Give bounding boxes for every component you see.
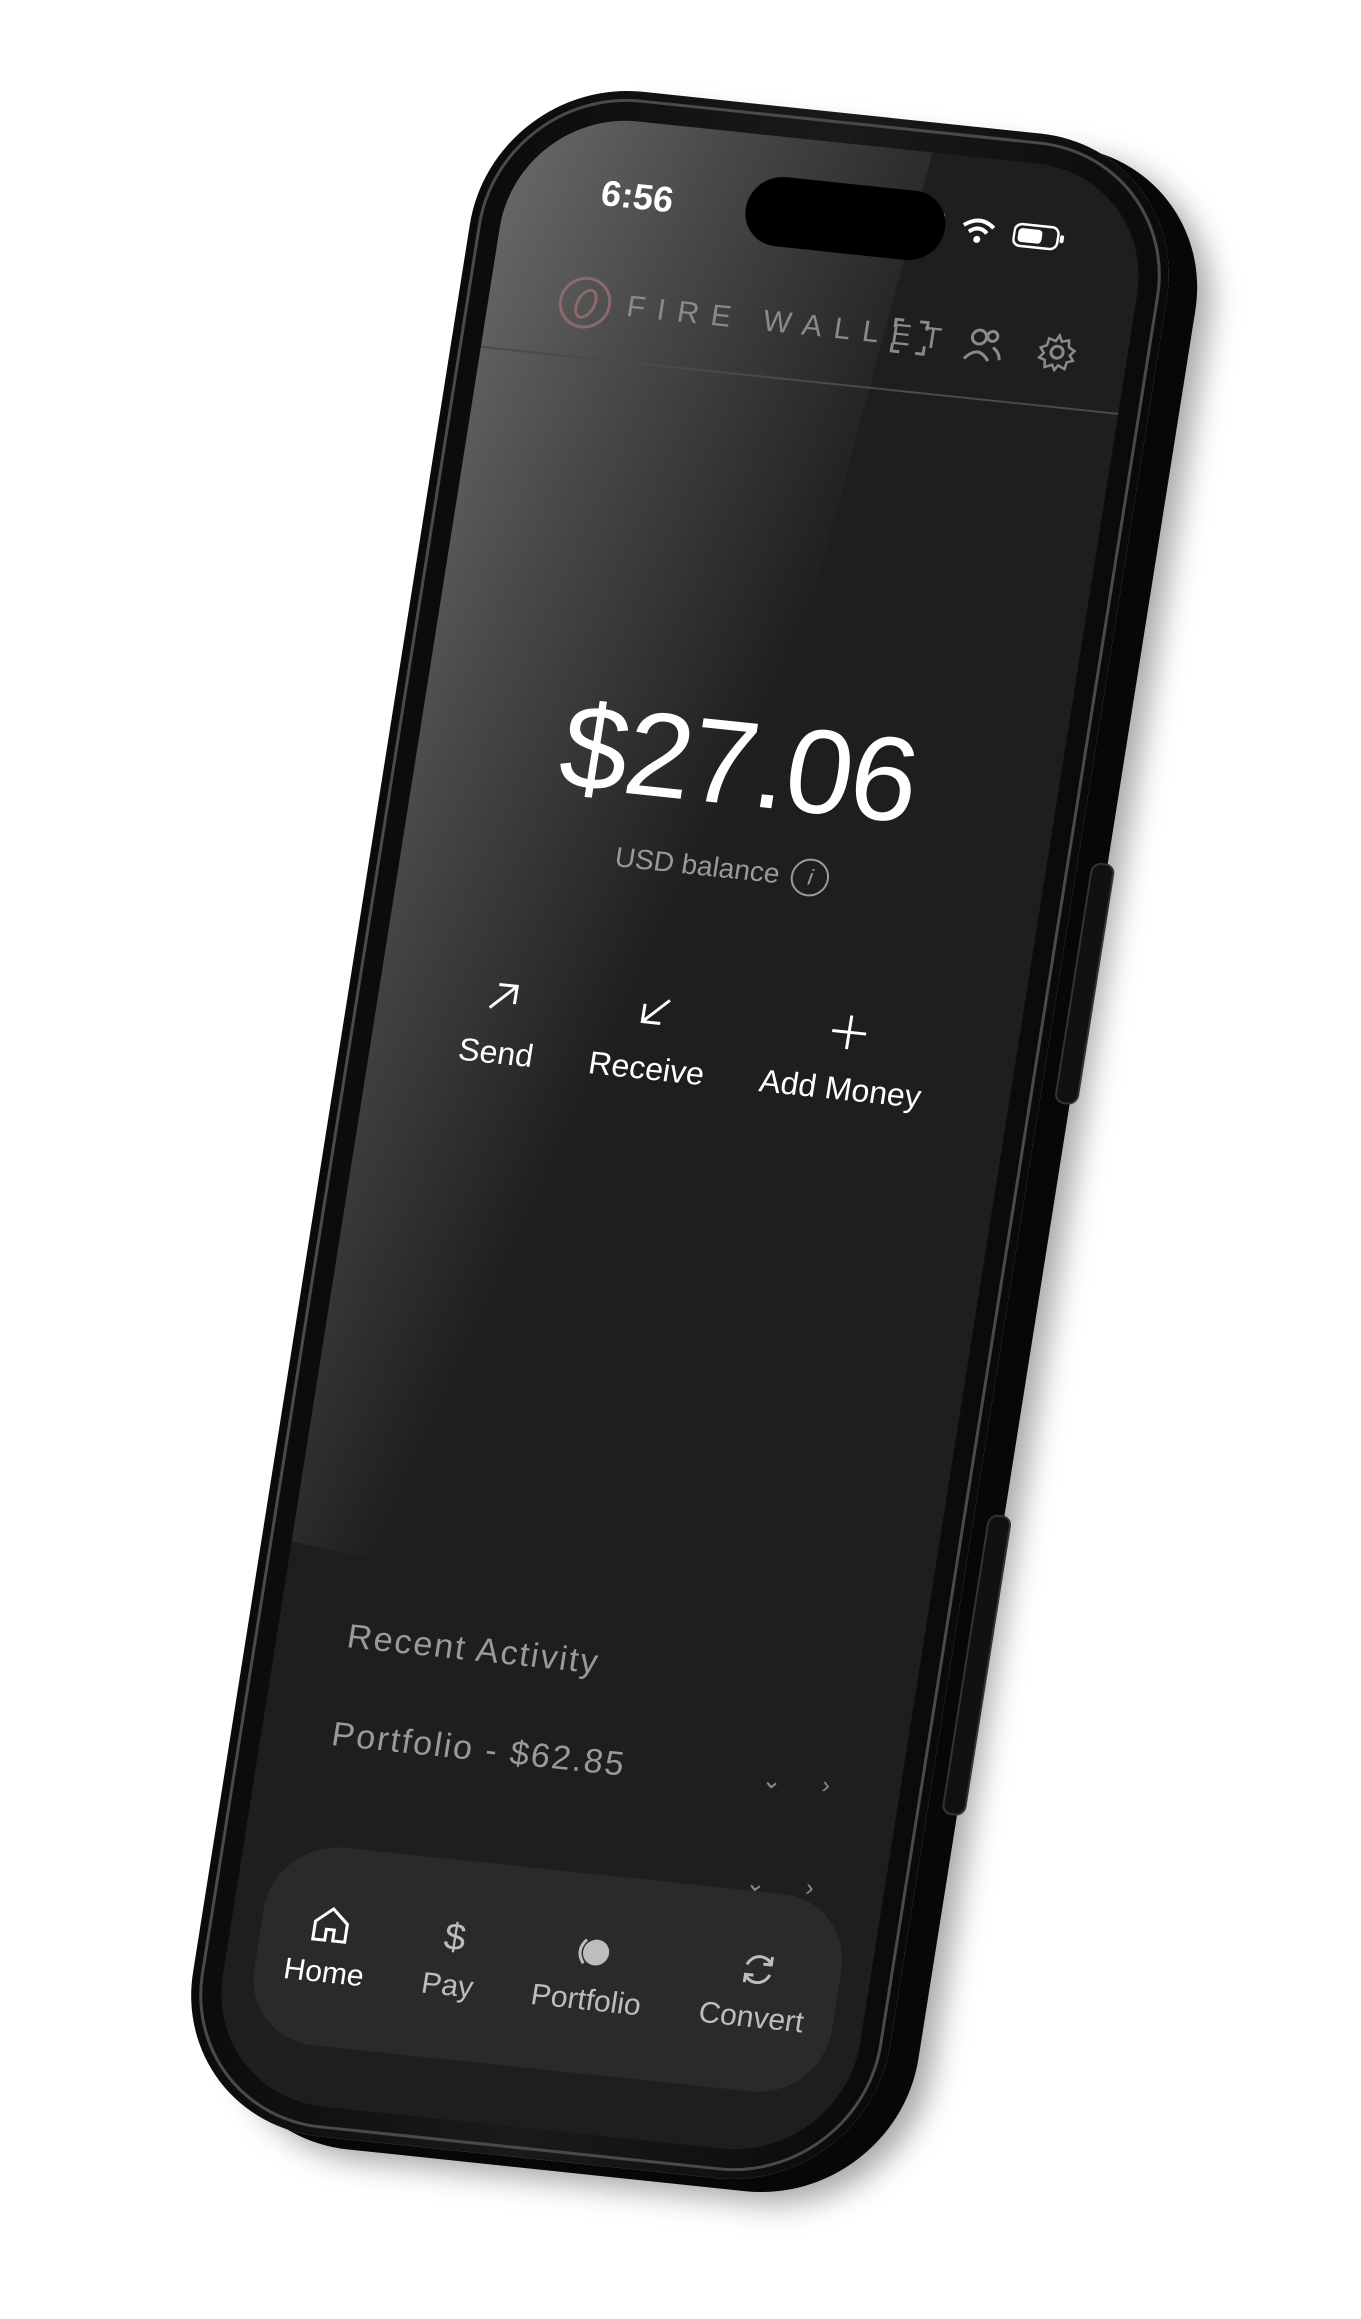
tab-pay-label: Pay bbox=[419, 1966, 476, 2005]
tab-portfolio[interactable]: Portfolio bbox=[528, 1925, 651, 2023]
battery-icon bbox=[1012, 222, 1065, 251]
stage: 6:56 FIRE WALLET $27.06 USD balance i Se… bbox=[0, 0, 1361, 2319]
balance-section: $27.06 USD balance i bbox=[401, 662, 1069, 921]
contacts-icon[interactable] bbox=[960, 323, 1006, 367]
convert-icon bbox=[743, 1955, 775, 1985]
dynamic-island bbox=[740, 173, 951, 264]
balance-label: USD balance bbox=[612, 841, 782, 890]
info-icon[interactable]: i bbox=[788, 856, 833, 899]
activity-chevrons: ⌄ › bbox=[760, 1765, 832, 1801]
tab-pay[interactable]: $ Pay bbox=[419, 1913, 484, 2005]
send-label: Send bbox=[455, 1030, 537, 1075]
send-button[interactable]: Send bbox=[456, 967, 546, 1075]
dollar-icon: $ bbox=[441, 1915, 469, 1960]
recent-activity-row[interactable]: Recent Activity bbox=[344, 1617, 848, 1708]
portfolio-icon bbox=[578, 1938, 610, 1966]
quick-actions: Send Receive Add Money bbox=[368, 958, 1021, 1125]
add-money-label: Add Money bbox=[756, 1062, 924, 1115]
receive-button[interactable]: Receive bbox=[586, 981, 717, 1093]
phone-device: 6:56 FIRE WALLET $27.06 USD balance i Se… bbox=[169, 76, 1191, 2194]
recent-activity-controls: Portfolio - $62.85 ⌄ › bbox=[329, 1715, 833, 1806]
tab-convert-label: Convert bbox=[696, 1995, 807, 2040]
tab-home-label: Home bbox=[281, 1952, 367, 1994]
header-actions bbox=[887, 315, 1080, 374]
arrow-down-left-icon bbox=[640, 999, 672, 1025]
receive-label: Receive bbox=[586, 1044, 707, 1093]
balance-label-row: USD balance i bbox=[612, 838, 833, 899]
chevron-down-icon[interactable]: ⌄ bbox=[760, 1765, 785, 1796]
tab-convert[interactable]: Convert bbox=[696, 1942, 814, 2040]
recent-activity-title: Recent Activity bbox=[344, 1617, 603, 1682]
arrow-up-right-icon bbox=[489, 983, 520, 1009]
wifi-icon bbox=[962, 218, 996, 243]
gear-icon[interactable] bbox=[1034, 330, 1080, 374]
home-icon bbox=[311, 1906, 350, 1944]
portfolio-summary: Portfolio - $62.85 bbox=[329, 1715, 629, 1784]
add-money-button[interactable]: Add Money bbox=[757, 999, 934, 1116]
scan-icon[interactable] bbox=[887, 315, 933, 359]
status-time: 6:56 bbox=[598, 172, 677, 221]
tab-home[interactable]: Home bbox=[281, 1899, 374, 1994]
balance-amount: $27.06 bbox=[551, 678, 927, 849]
tab-portfolio-label: Portfolio bbox=[528, 1978, 644, 2023]
chevron-right-icon[interactable]: › bbox=[820, 1772, 832, 1801]
plus-icon bbox=[832, 1015, 867, 1050]
flame-logo-icon bbox=[555, 274, 616, 332]
